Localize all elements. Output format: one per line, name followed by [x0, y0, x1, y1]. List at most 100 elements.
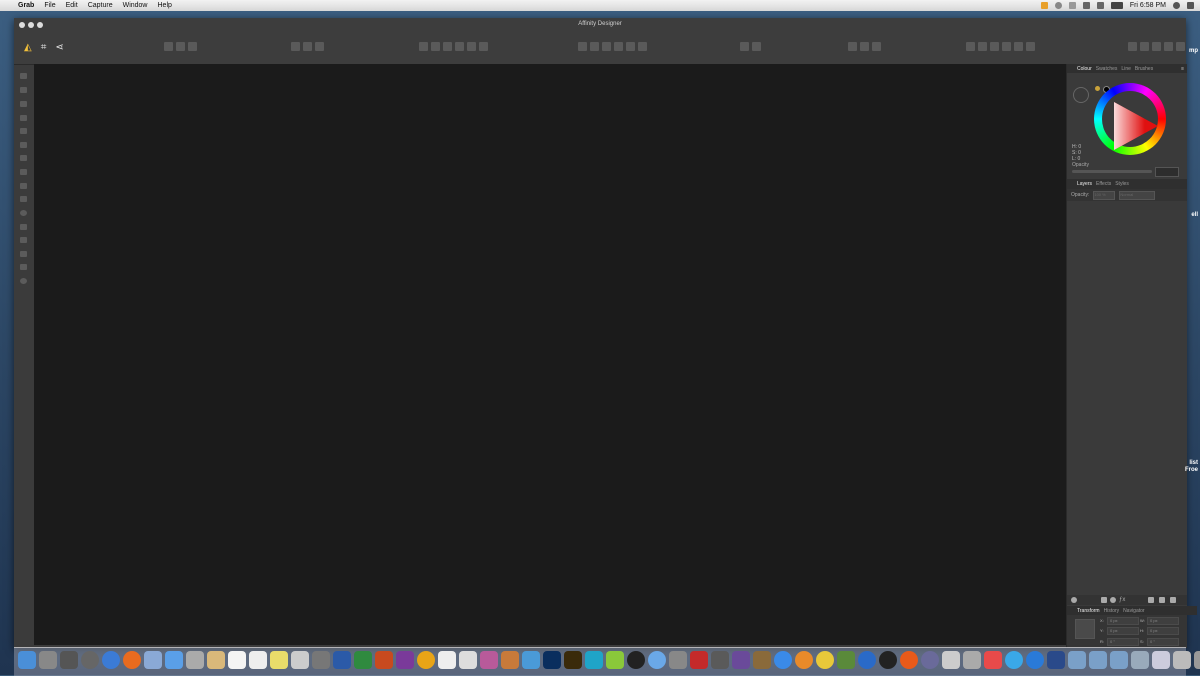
pencil-tool-icon[interactable]: [20, 115, 27, 121]
powerpoint-icon[interactable]: [375, 651, 393, 669]
tab-transform[interactable]: Transform: [1077, 608, 1100, 614]
toolbar-button[interactable]: [1026, 42, 1035, 51]
layers-opacity-field[interactable]: 100 %: [1093, 190, 1116, 200]
app-icon[interactable]: [522, 651, 540, 669]
status-app-icon[interactable]: [1040, 2, 1048, 9]
toolbar-button[interactable]: [872, 42, 881, 51]
app-icon[interactable]: [795, 651, 813, 669]
toolbar-button[interactable]: [966, 42, 975, 51]
app-icon[interactable]: [669, 651, 687, 669]
toolbar-button[interactable]: [978, 42, 987, 51]
photoshop-icon[interactable]: [543, 651, 561, 669]
tab-brushes[interactable]: Brushes: [1135, 66, 1153, 72]
mask-icon[interactable]: [1101, 597, 1107, 603]
app-icon[interactable]: [900, 651, 918, 669]
toolbar-button[interactable]: [303, 42, 312, 51]
volume-icon[interactable]: [1096, 2, 1104, 9]
brush-tool-icon[interactable]: [20, 128, 27, 134]
toolbar-button[interactable]: [578, 42, 587, 51]
app-icon[interactable]: [984, 651, 1002, 669]
toolbar-button[interactable]: [590, 42, 599, 51]
battery-icon[interactable]: [1110, 2, 1123, 9]
downloads-folder-icon[interactable]: [1110, 651, 1128, 669]
toolbar-button[interactable]: [164, 42, 173, 51]
time-machine-icon[interactable]: [1054, 2, 1062, 9]
toolbar-button[interactable]: [1164, 42, 1173, 51]
toolbar-button[interactable]: [479, 42, 488, 51]
app-icon[interactable]: [837, 651, 855, 669]
tab-colour[interactable]: Colour: [1077, 66, 1092, 72]
menu-app-name[interactable]: Grab: [18, 2, 34, 9]
designer-persona-icon[interactable]: ◭: [24, 42, 32, 54]
tab-line[interactable]: Line: [1121, 66, 1130, 72]
app-icon[interactable]: [60, 651, 78, 669]
fill-swatch[interactable]: [1073, 87, 1089, 103]
mail-icon[interactable]: [144, 651, 162, 669]
app-icon[interactable]: [480, 651, 498, 669]
app-icon[interactable]: [291, 651, 309, 669]
app-icon[interactable]: [585, 651, 603, 669]
outlook-icon[interactable]: [417, 651, 435, 669]
tab-history[interactable]: History: [1104, 608, 1120, 614]
toolbar-button[interactable]: [752, 42, 761, 51]
toolbar-button[interactable]: [990, 42, 999, 51]
notes-icon[interactable]: [270, 651, 288, 669]
app-icon[interactable]: [711, 651, 729, 669]
move-tool-icon[interactable]: [20, 73, 27, 79]
app-icon[interactable]: [606, 651, 624, 669]
folder-icon[interactable]: [1068, 651, 1086, 669]
app-icon[interactable]: [963, 651, 981, 669]
app-store-icon[interactable]: [774, 651, 792, 669]
toolbar-button[interactable]: [1176, 42, 1185, 51]
frame-text-tool-icon[interactable]: [20, 251, 27, 257]
app-icon[interactable]: [165, 651, 183, 669]
layer-options-icon[interactable]: [1071, 597, 1077, 603]
toolbar-button[interactable]: [1152, 42, 1161, 51]
notification-center-icon[interactable]: [1187, 2, 1194, 9]
toolbar-button[interactable]: [1002, 42, 1011, 51]
node-tool-icon[interactable]: [20, 87, 27, 93]
toolbar-button[interactable]: [860, 42, 869, 51]
crop-tool-icon[interactable]: [20, 169, 27, 175]
folder-icon[interactable]: [1089, 651, 1107, 669]
toolbar-button[interactable]: [614, 42, 623, 51]
tab-styles[interactable]: Styles: [1115, 181, 1129, 187]
toolbar-button[interactable]: [443, 42, 452, 51]
rounded-rect-tool-icon[interactable]: [20, 196, 27, 202]
menu-window[interactable]: Window: [123, 2, 148, 9]
onenote-icon[interactable]: [396, 651, 414, 669]
toolbar-button[interactable]: [419, 42, 428, 51]
app-icon[interactable]: [1047, 651, 1065, 669]
panel-menu-icon[interactable]: ≡: [1181, 66, 1184, 72]
finder-icon[interactable]: [18, 651, 36, 669]
toolbar-button[interactable]: [315, 42, 324, 51]
toolbar-button[interactable]: [1140, 42, 1149, 51]
toolbar-button[interactable]: [602, 42, 611, 51]
blend-mode-select[interactable]: Normal: [1119, 190, 1156, 200]
pen-tool-icon[interactable]: [20, 101, 27, 107]
tab-navigator[interactable]: Navigator: [1123, 608, 1144, 614]
app-icon[interactable]: [1173, 651, 1191, 669]
trash-icon[interactable]: [1194, 651, 1200, 669]
reminders-icon[interactable]: [249, 651, 267, 669]
clock[interactable]: Fri 6:58 PM: [1130, 2, 1166, 9]
wifi-icon[interactable]: [1082, 2, 1090, 9]
menu-capture[interactable]: Capture: [88, 2, 113, 9]
app-icon[interactable]: [501, 651, 519, 669]
app-icon[interactable]: [753, 651, 771, 669]
adjustment-icon[interactable]: [1110, 597, 1116, 603]
transparency-tool-icon[interactable]: [20, 155, 27, 161]
colour-wheel[interactable]: [1094, 83, 1166, 155]
menu-file[interactable]: File: [44, 2, 55, 9]
s-field[interactable]: 0 °: [1147, 638, 1179, 646]
add-layer-icon[interactable]: [1159, 597, 1165, 603]
toolbar-button[interactable]: [455, 42, 464, 51]
app-icon[interactable]: [438, 651, 456, 669]
toolbar-button[interactable]: [638, 42, 647, 51]
toolbar-button[interactable]: [431, 42, 440, 51]
app-icon[interactable]: [1152, 651, 1170, 669]
tab-layers[interactable]: Layers: [1077, 181, 1092, 187]
toolbar-button[interactable]: [1128, 42, 1137, 51]
y-field[interactable]: 0 px: [1107, 627, 1139, 635]
anchor-selector[interactable]: [1075, 619, 1095, 639]
